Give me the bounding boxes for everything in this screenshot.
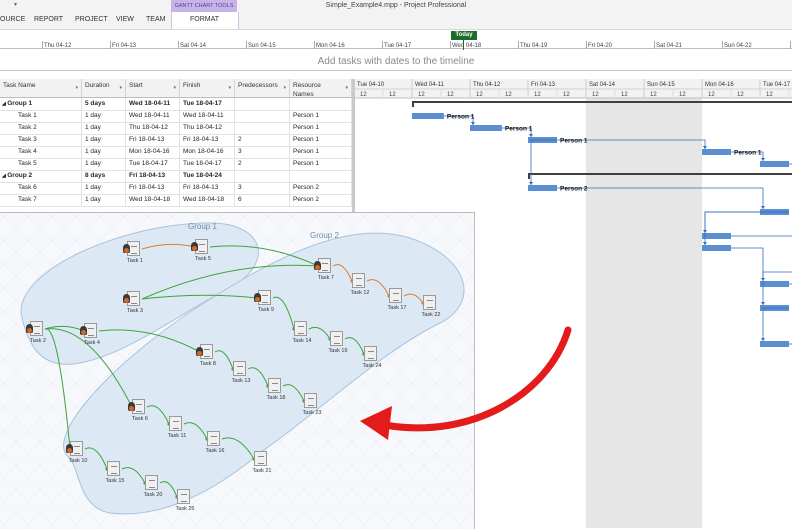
annotation-arrowhead <box>360 406 392 440</box>
annotation-arrow <box>381 326 572 432</box>
annotation-arrow-layer <box>360 326 572 440</box>
